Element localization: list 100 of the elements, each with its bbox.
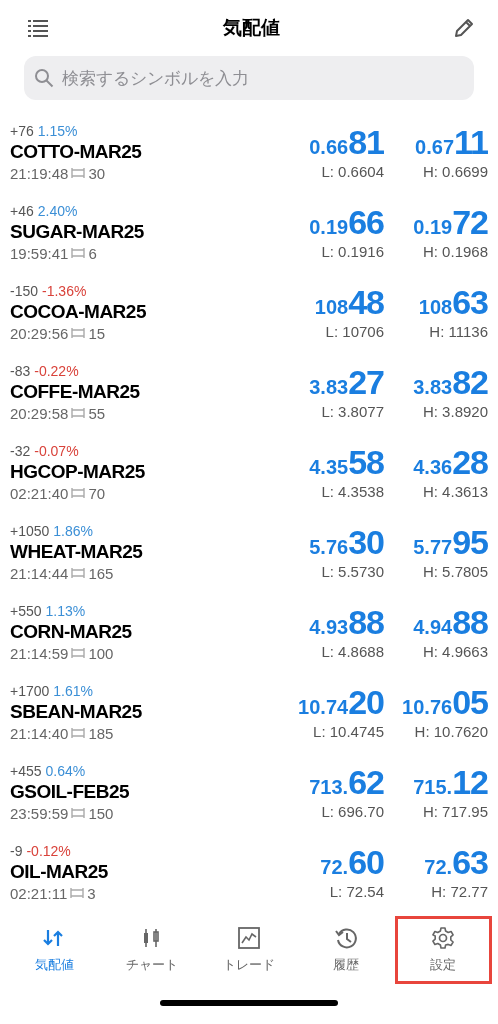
high-price: H: 3.8920	[422, 402, 488, 420]
high-price: H: 0.6699	[422, 162, 488, 180]
quote-time: 02:21:11	[10, 884, 68, 902]
high-price: H: 5.7805	[422, 562, 488, 580]
quote-row[interactable]: -32 -0.07% HGCOP-MAR25 02:21:40 70 4.3558 L: 4.3538 4.3628 H: 4.3613	[10, 432, 488, 512]
low-price: L: 3.8077	[321, 402, 384, 420]
price: 3.8327	[309, 364, 384, 399]
change-percent: 2.40%	[37, 202, 78, 219]
low-price: L: 10706	[325, 322, 384, 340]
quote-time: 21:19:48	[10, 164, 69, 182]
high-price: H: 717.95	[422, 802, 488, 820]
change-percent: -0.12%	[26, 842, 71, 859]
high-price: H: 72.77	[431, 882, 488, 900]
quote-time: 19:59:41	[10, 244, 69, 262]
low-price: L: 696.70	[321, 802, 384, 820]
spread-icon	[71, 647, 86, 659]
trade-icon	[237, 926, 261, 950]
price: 5.7630	[309, 524, 384, 559]
quote-time: 02:21:40	[10, 484, 69, 502]
change-percent: -0.07%	[34, 442, 79, 459]
spread-icon	[71, 167, 86, 179]
quote-row[interactable]: +1050 1.86% WHEAT-MAR25 21:14:44 165 5.7630 L: 5.5730 5.7795 H: 5.7805	[10, 512, 488, 592]
tab[interactable]: トレード	[200, 916, 298, 984]
low-price: L: 0.1916	[321, 242, 384, 260]
price: 10.7605	[402, 684, 488, 719]
change-percent: 1.13%	[45, 602, 86, 619]
low-price: L: 72.54	[329, 882, 384, 900]
symbol-name: OIL-MAR25	[10, 860, 109, 883]
price: 4.9488	[413, 604, 488, 639]
change-percent: -1.36%	[42, 282, 87, 299]
change-percent: 1.15%	[37, 122, 78, 139]
quote-row[interactable]: -83 -0.22% COFFE-MAR25 20:29:58 55 3.8327 L: 3.8077 3.8382 H: 3.8920	[10, 352, 488, 432]
symbol-name: CORN-MAR25	[10, 620, 133, 643]
price: 10863	[418, 284, 488, 319]
tab[interactable]: チャート	[103, 916, 201, 984]
price: 713.62	[309, 764, 384, 799]
spread-icon	[71, 567, 86, 579]
change-points: -9	[10, 842, 23, 859]
low-price: L: 5.5730	[321, 562, 384, 580]
spread-value: 55	[88, 404, 106, 422]
quote-row[interactable]: +1700 1.61% SBEAN-MAR25 21:14:40 185 10.7420 L: 10.4745 10.7605 H: 10.7620	[10, 672, 488, 752]
spread-icon	[71, 807, 86, 819]
high-price: H: 0.1968	[422, 242, 488, 260]
high-price: H: 4.3613	[422, 482, 488, 500]
symbol-name: HGCOP-MAR25	[10, 460, 146, 483]
spread-value: 70	[88, 484, 106, 502]
pencil-icon[interactable]	[454, 18, 474, 38]
history-icon	[334, 926, 359, 950]
price: 4.3558	[309, 444, 384, 479]
tab[interactable]: 気配値	[6, 916, 104, 984]
quote-row[interactable]: -9 -0.12% OIL-MAR25 02:21:11 3 72.60 L: 72.54 72.63 H: 72.77	[10, 832, 488, 912]
symbol-name: GSOIL-FEB25	[10, 780, 131, 803]
change-points: -32	[10, 442, 31, 459]
price: 0.6711	[415, 124, 488, 159]
spread-icon	[71, 247, 86, 259]
change-points: +1050	[10, 522, 50, 539]
quote-row[interactable]: +76 1.15% COTTO-MAR25 21:19:48 30 0.6681 L: 0.6604 0.6711 H: 0.6699	[10, 112, 488, 192]
low-price: L: 10.4745	[313, 722, 384, 740]
quote-row[interactable]: +46 2.40% SUGAR-MAR25 19:59:41 6 0.1966 L: 0.1916 0.1972 H: 0.1968	[10, 192, 488, 272]
spread-value: 185	[88, 724, 114, 742]
change-points: -83	[10, 362, 31, 379]
high-price: H: 11136	[429, 322, 488, 340]
symbol-name: SUGAR-MAR25	[10, 220, 145, 243]
change-points: +455	[10, 762, 42, 779]
list-icon[interactable]	[28, 19, 48, 37]
high-price: H: 4.9663	[422, 642, 488, 660]
settings-icon	[431, 926, 456, 950]
spread-icon	[71, 327, 86, 339]
price: 72.63	[424, 844, 488, 879]
quote-row[interactable]: -150 -1.36% COCOA-MAR25 20:29:56 15 10848 L: 10706 10863 H: 11136	[10, 272, 488, 352]
high-price: H: 10.7620	[414, 722, 488, 740]
quote-time: 21:14:59	[10, 644, 69, 662]
quote-time: 21:14:44	[10, 564, 69, 582]
price: 715.12	[413, 764, 488, 799]
low-price: L: 4.3538	[321, 482, 384, 500]
price: 0.6681	[309, 124, 384, 159]
change-percent: -0.22%	[34, 362, 79, 379]
spread-icon	[71, 407, 86, 419]
low-price: L: 4.8688	[321, 642, 384, 660]
price: 0.1966	[309, 204, 384, 239]
price: 4.9388	[309, 604, 384, 639]
search-icon	[34, 68, 54, 88]
tab[interactable]: 履歴	[297, 916, 395, 984]
search-field[interactable]: 検索するシンボルを入力	[24, 56, 474, 100]
quote-row[interactable]: +550 1.13% CORN-MAR25 21:14:59 100 4.9388 L: 4.8688 4.9488 H: 4.9663	[10, 592, 488, 672]
spread-value: 30	[88, 164, 106, 182]
spread-icon	[71, 727, 86, 739]
change-points: +1700	[10, 682, 50, 699]
tab[interactable]: 設定	[394, 916, 492, 984]
change-percent: 1.86%	[53, 522, 94, 539]
quote-time: 20:29:58	[10, 404, 69, 422]
quote-time: 21:14:40	[10, 724, 69, 742]
price: 3.8382	[413, 364, 488, 399]
quote-row[interactable]: +455 0.64% GSOIL-FEB25 23:59:59 150 713.62 L: 696.70 715.12 H: 717.95	[10, 752, 488, 832]
change-points: +550	[10, 602, 42, 619]
spread-value: 15	[88, 324, 106, 342]
change-percent: 1.61%	[53, 682, 94, 699]
price: 4.3628	[413, 444, 488, 479]
spread-value: 3	[87, 884, 96, 902]
quote-time: 20:29:56	[10, 324, 69, 342]
